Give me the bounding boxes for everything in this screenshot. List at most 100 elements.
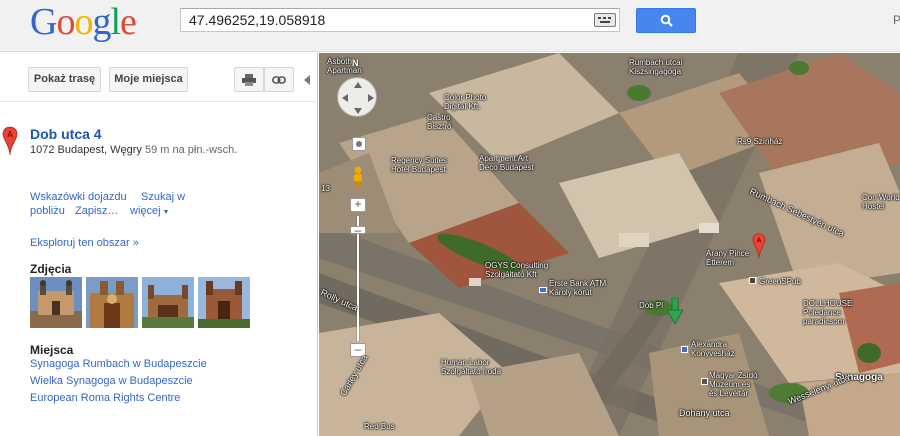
directions-button[interactable]: Pokaż trasę	[28, 67, 101, 92]
map-label-line: Magyar Zsidó	[709, 371, 758, 380]
zoom-in-button[interactable]: +	[350, 198, 366, 212]
map-label-line: Asboth	[327, 57, 352, 66]
map-label[interactable]: DOLLHOUSE Poledance paradicsom	[803, 299, 852, 326]
chevron-down-icon: ▼	[160, 209, 170, 216]
place-link[interactable]: Wielka Synagoga w Budapeszcie	[30, 375, 193, 387]
collapse-panel-icon[interactable]	[304, 75, 310, 85]
search-icon	[660, 14, 673, 27]
rotate-icon	[356, 141, 362, 147]
map-label[interactable]: Rs9 Színház	[737, 137, 782, 146]
street-label: Dohány utca	[679, 408, 730, 418]
map-label[interactable]: GreenSPub	[759, 277, 801, 286]
search-input[interactable]	[189, 12, 589, 28]
save-link[interactable]: Zapisz…	[75, 205, 118, 217]
map-label[interactable]: Color Photo Digital Kft.	[444, 93, 486, 111]
map-label[interactable]: Apartment Art Deco Budapest	[479, 154, 534, 172]
photo-thumbnail[interactable]	[142, 277, 194, 328]
print-button[interactable]	[234, 67, 264, 92]
google-logo[interactable]: Google	[30, 1, 137, 43]
search-box[interactable]	[180, 8, 620, 32]
place-link[interactable]: Synagoga Rumbach w Budapeszcie	[30, 358, 207, 370]
map-label[interactable]: Rumbach utcai Kiszsingagóga	[629, 58, 682, 76]
logo-letter: e	[120, 1, 137, 43]
map-label-line: és Levéltár	[709, 389, 749, 398]
map-label-line: Deco Budapest	[479, 163, 534, 172]
pan-arrows-icon	[342, 82, 374, 114]
map-label-line: Hostel	[862, 202, 885, 211]
map-label[interactable]: Con World Hostel	[862, 193, 900, 211]
left-panel: Pokaż trasę Moje miejsca A Dob utca 4 10…	[0, 53, 318, 436]
address-text: 1072 Budapest, Węgry	[30, 144, 142, 156]
map-label-line: Apartman	[327, 66, 362, 75]
logo-letter: G	[30, 1, 57, 43]
map-marker-a-icon[interactable]: A	[752, 233, 766, 259]
museum-icon[interactable]	[701, 378, 708, 385]
place-link[interactable]: European Roma Rights Centre	[30, 392, 180, 404]
book-icon[interactable]	[681, 346, 688, 353]
map-label-line: Alexandra	[691, 340, 728, 349]
map-label[interactable]: Dob Pl	[639, 301, 663, 310]
map-label[interactable]: Castro Bisztró	[427, 113, 451, 131]
divider	[0, 101, 318, 102]
marker-letter: A	[757, 238, 762, 245]
map-label-line: Szolgáltató Kft	[485, 270, 537, 279]
bar-icon[interactable]	[749, 277, 756, 284]
map-label-line: Könyvesház	[691, 349, 735, 358]
map-label[interactable]: Human Labor Szolgáltató Iroda	[441, 358, 501, 376]
map-label-line: Castro	[427, 113, 451, 122]
map-view[interactable]: N + – – Asboth Apartman Rumbach utcai Kisz…	[319, 53, 900, 436]
map-label-line: Erste Bank ATM	[549, 279, 607, 288]
my-places-button[interactable]: Moje miejsca	[109, 67, 188, 92]
photo-thumbnail[interactable]	[198, 277, 250, 328]
map-label-line: Digital Kft.	[444, 102, 481, 111]
logo-letter: o	[56, 1, 75, 43]
search-nearby-link[interactable]: Szukaj w	[141, 191, 185, 203]
link-button[interactable]	[264, 67, 294, 92]
map-label-line: Múzeum és	[709, 380, 751, 389]
rotate-button[interactable]	[352, 137, 366, 151]
map-label[interactable]: Asboth Apartman	[327, 57, 362, 75]
photos-heading: Zdjęcia	[30, 262, 72, 276]
directions-link[interactable]: Wskazówki dojazdu	[30, 191, 127, 203]
map-label[interactable]: Red Bus	[364, 422, 395, 431]
logo-letter: o	[74, 1, 93, 43]
map-label-line: Kiszsingagóga	[629, 67, 682, 76]
map-label-line: Con World	[862, 193, 900, 202]
place-title[interactable]: Dob utca 4	[30, 126, 102, 142]
pegman-icon[interactable]	[351, 166, 365, 188]
map-label-line: OGYS Consulting	[485, 261, 549, 270]
map-label-line: Hotel Budapest	[391, 165, 446, 174]
photo-thumbnail[interactable]	[86, 277, 138, 328]
explore-area-link[interactable]: Eksploruj ten obszar »	[30, 237, 139, 249]
marker-a-icon[interactable]: A	[2, 126, 18, 156]
print-icon	[242, 74, 256, 86]
marker-letter: A	[7, 130, 13, 139]
more-label: więcej	[130, 205, 161, 217]
search-nearby-link-2[interactable]: pobliżu	[30, 205, 65, 217]
more-link[interactable]: więcej ▼	[130, 205, 169, 217]
logo-letter: g	[92, 1, 111, 43]
logo-letter: l	[110, 1, 121, 43]
zoom-slider[interactable]: + – –	[350, 198, 366, 363]
pan-control[interactable]	[337, 77, 377, 117]
search-button[interactable]	[636, 8, 696, 33]
atm-icon[interactable]	[539, 287, 547, 293]
header-right-link[interactable]: P	[893, 13, 900, 27]
map-label-line: Human Labor	[441, 358, 490, 367]
map-label-line: Arany Pince	[706, 249, 750, 258]
map-label[interactable]: Arany Pince Étterem	[706, 249, 749, 267]
map-label-line: Rumbach utcai	[629, 58, 683, 67]
keyboard-icon[interactable]	[594, 13, 616, 27]
map-label[interactable]: OGYS Consulting Szolgáltató Kft	[485, 261, 548, 279]
satellite-imagery	[319, 53, 900, 436]
map-label-line: Apartment Art	[479, 154, 528, 163]
photo-thumbnail[interactable]	[30, 277, 82, 328]
map-label[interactable]: Magyar Zsidó Múzeum és és Levéltár	[709, 371, 757, 398]
green-arrow-icon[interactable]	[667, 298, 683, 324]
zoom-handle[interactable]: –	[350, 224, 366, 236]
map-label[interactable]: Regency Suites Hotel Budapest	[391, 156, 447, 174]
link-icon	[272, 76, 286, 84]
map-label[interactable]: Erste Bank ATM Károly körút	[549, 279, 606, 297]
map-label[interactable]: Alexandra Könyvesház	[691, 340, 735, 358]
header-bar: Google P	[0, 0, 900, 52]
